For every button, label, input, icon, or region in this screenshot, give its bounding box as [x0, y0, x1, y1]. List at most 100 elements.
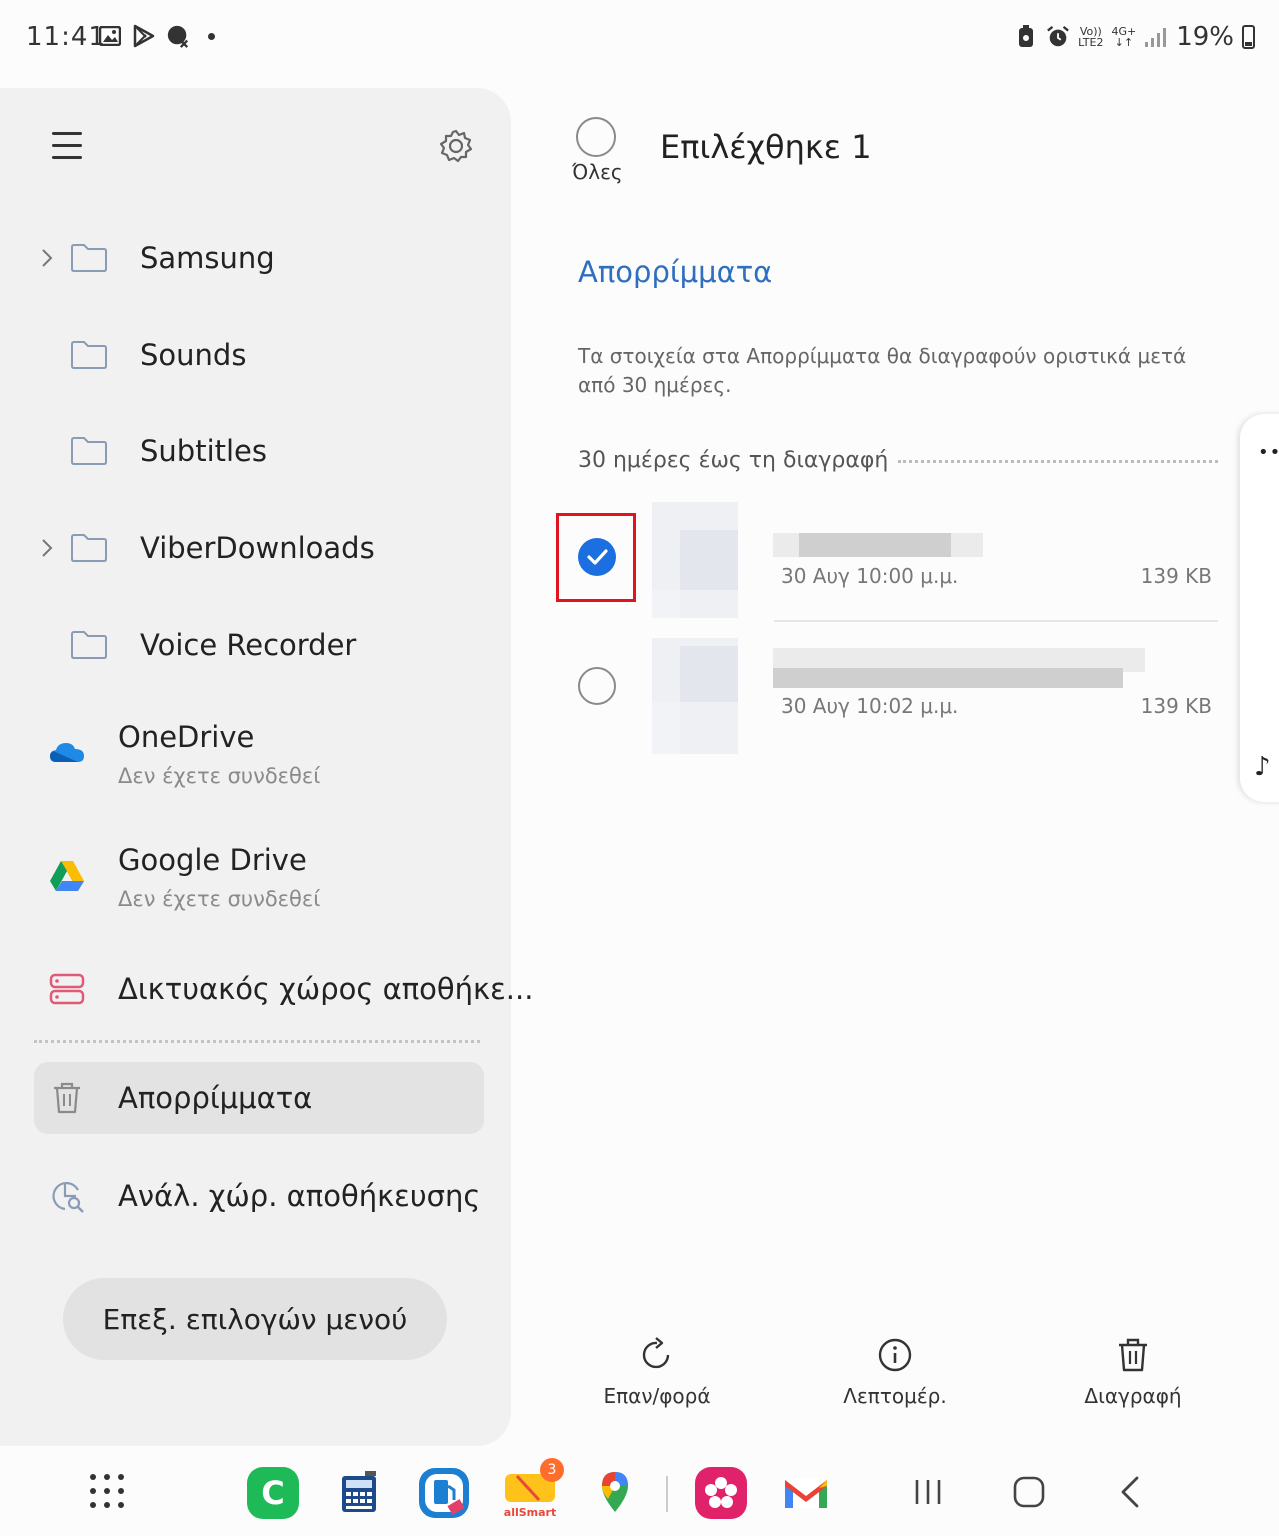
drawer-divider: [34, 1040, 480, 1043]
hamburger-menu-icon[interactable]: [52, 132, 82, 162]
drawer-folder-sounds[interactable]: Sounds: [0, 320, 511, 390]
file-size: 139 KB: [1140, 694, 1212, 718]
svg-text:C: C: [261, 1474, 284, 1512]
settings-gear-icon[interactable]: [438, 128, 474, 164]
status-system-icons: Vo)) LTE2 4G+ ↓↑ 19%: [1014, 22, 1255, 52]
details-label: Λεπτομέρ.: [843, 1384, 947, 1408]
delete-label: Διαγραφή: [1084, 1384, 1182, 1408]
drawer-item-google-drive[interactable]: Google Drive Δεν έχετε συνδεθεί: [0, 839, 511, 929]
blossom-app-icon[interactable]: [694, 1466, 748, 1520]
file-name-redacted: [799, 533, 951, 557]
file-thumbnail: [652, 502, 738, 618]
folder-icon: [70, 340, 108, 370]
delete-icon: [1114, 1336, 1152, 1374]
drawer-cloud-title: OneDrive: [118, 720, 255, 754]
info-icon: [876, 1336, 914, 1374]
battery-icon: [1242, 25, 1255, 49]
group-header: 30 ημέρες έως τη διαγραφή: [578, 448, 889, 473]
drawer-folder-viberdownloads[interactable]: ViberDownloads: [0, 513, 511, 583]
onedrive-icon: [48, 734, 86, 772]
more-notifications-dot: [208, 32, 215, 40]
edge-more-icon[interactable]: ••: [1258, 442, 1279, 463]
delete-button[interactable]: Διαγραφή: [1053, 1336, 1213, 1416]
chat-notification-icon: [166, 24, 190, 48]
storage-analysis-icon: [48, 1177, 86, 1215]
selection-highlight-box: [556, 513, 636, 602]
drawer-folder-subtitles[interactable]: Subtitles: [0, 416, 511, 486]
file-date: 30 Αυγ 10:02 μ.μ.: [781, 694, 959, 718]
drawer-item-label: Δικτυακός χώρος αποθήκε...: [118, 972, 534, 1006]
battery-saver-icon: [1014, 25, 1038, 49]
play-store-notification-icon: [132, 24, 156, 48]
home-icon[interactable]: [1011, 1474, 1047, 1510]
volte-indicator: Vo)) LTE2: [1078, 25, 1104, 49]
taskbar: C allSmart 3: [0, 1446, 1279, 1536]
taskbar-divider: [666, 1476, 668, 1512]
maps-app-icon[interactable]: [588, 1466, 642, 1520]
file-thumbnail: [652, 638, 738, 754]
file-date: 30 Αυγ 10:00 μ.μ.: [781, 564, 959, 588]
restore-button[interactable]: Επαν/φορά: [577, 1336, 737, 1416]
drawer-folder-samsung[interactable]: Samsung: [0, 223, 511, 293]
svg-text:allSmart: allSmart: [504, 1506, 556, 1519]
group-header-divider: [898, 460, 1218, 463]
drawer-cloud-title: Google Drive: [118, 843, 307, 877]
signal-strength-icon: [1144, 25, 1168, 49]
drawer-folder-label: Samsung: [140, 241, 275, 275]
trash-icon: [48, 1079, 86, 1117]
drawer-folder-voice-recorder[interactable]: Voice Recorder: [0, 610, 511, 680]
phone-app-icon[interactable]: C: [246, 1466, 300, 1520]
edit-menu-options-button[interactable]: Επεξ. επιλογών μενού: [63, 1278, 447, 1360]
drawer-item-network-storage[interactable]: Δικτυακός χώρος αποθήκε...: [0, 954, 533, 1024]
alarm-icon: [1046, 25, 1070, 49]
drawer-folder-label: ViberDownloads: [140, 531, 375, 565]
network-storage-icon: [48, 970, 86, 1008]
drawer-item-label: Απορρίμματα: [118, 1081, 313, 1115]
drawer-item-label: Ανάλ. χώρ. αποθήκευσης: [118, 1179, 481, 1213]
select-all-checkbox[interactable]: [576, 117, 616, 157]
status-time: 11:41: [26, 22, 106, 52]
file-row[interactable]: 30 Αυγ 10:00 μ.μ. 139 KB: [556, 500, 1226, 620]
details-button[interactable]: Λεπτομέρ.: [815, 1336, 975, 1416]
selection-count-title: Επιλέχθηκε 1: [660, 128, 872, 166]
file-size: 139 KB: [1140, 564, 1212, 588]
chevron-right-icon[interactable]: [40, 538, 56, 558]
data-arrows-icon: ↓↑: [1114, 36, 1134, 49]
navigation-drawer: Samsung Sounds Subtitles ViberDownloads …: [0, 88, 533, 1446]
folder-icon: [70, 630, 108, 660]
page-title: Απορρίμματα: [578, 255, 773, 289]
drawer-folder-label: Voice Recorder: [140, 628, 357, 662]
app-drawer-icon[interactable]: [90, 1474, 126, 1510]
music-note-icon[interactable]: ♪: [1254, 752, 1271, 782]
status-bar: 11:41 Vo)) LTE2 4G+ ↓↑ 19%: [0, 0, 1279, 80]
restore-icon: [638, 1336, 676, 1374]
gmail-app-icon[interactable]: [779, 1466, 833, 1520]
image-notification-icon: [98, 24, 122, 48]
google-drive-icon: [48, 857, 86, 895]
status-notification-icons: [98, 24, 215, 48]
trash-notice: Τα στοιχεία στα Απορρίμματα θα διαγραφού…: [578, 344, 1187, 397]
drawer-cloud-status: Δεν έχετε συνδεθεί: [118, 887, 321, 911]
drawer-item-trash[interactable]: Απορρίμματα: [0, 1063, 511, 1133]
drawer-folder-label: Subtitles: [140, 434, 268, 468]
drawer-folder-label: Sounds: [140, 338, 247, 372]
file-name-redacted: [773, 668, 1123, 688]
data-type-indicator: 4G+ ↓↑: [1111, 25, 1137, 49]
drawer-item-storage-analysis[interactable]: Ανάλ. χώρ. αποθήκευσης: [0, 1161, 511, 1231]
recent-apps-icon[interactable]: [910, 1474, 946, 1510]
battery-percentage: 19%: [1176, 22, 1234, 52]
file-separator: [774, 620, 1218, 622]
restore-label: Επαν/φορά: [603, 1384, 711, 1408]
drawer-cloud-status: Δεν έχετε συνδεθεί: [118, 764, 321, 788]
chevron-right-icon[interactable]: [40, 248, 56, 268]
file-row[interactable]: 30 Αυγ 10:02 μ.μ. 139 KB: [556, 628, 1226, 754]
select-all-label: Όλες: [572, 160, 623, 184]
drawer-item-onedrive[interactable]: OneDrive Δεν έχετε συνδεθεί: [0, 716, 511, 806]
edge-panel-handle[interactable]: •• ♪: [1240, 414, 1279, 802]
calculator-app-icon[interactable]: [332, 1466, 386, 1520]
file-checkbox-unchecked[interactable]: [578, 667, 616, 705]
back-icon[interactable]: [1113, 1474, 1149, 1510]
folder-icon: [70, 436, 108, 466]
fuel-app-icon[interactable]: [417, 1466, 471, 1520]
folder-icon: [70, 533, 108, 563]
